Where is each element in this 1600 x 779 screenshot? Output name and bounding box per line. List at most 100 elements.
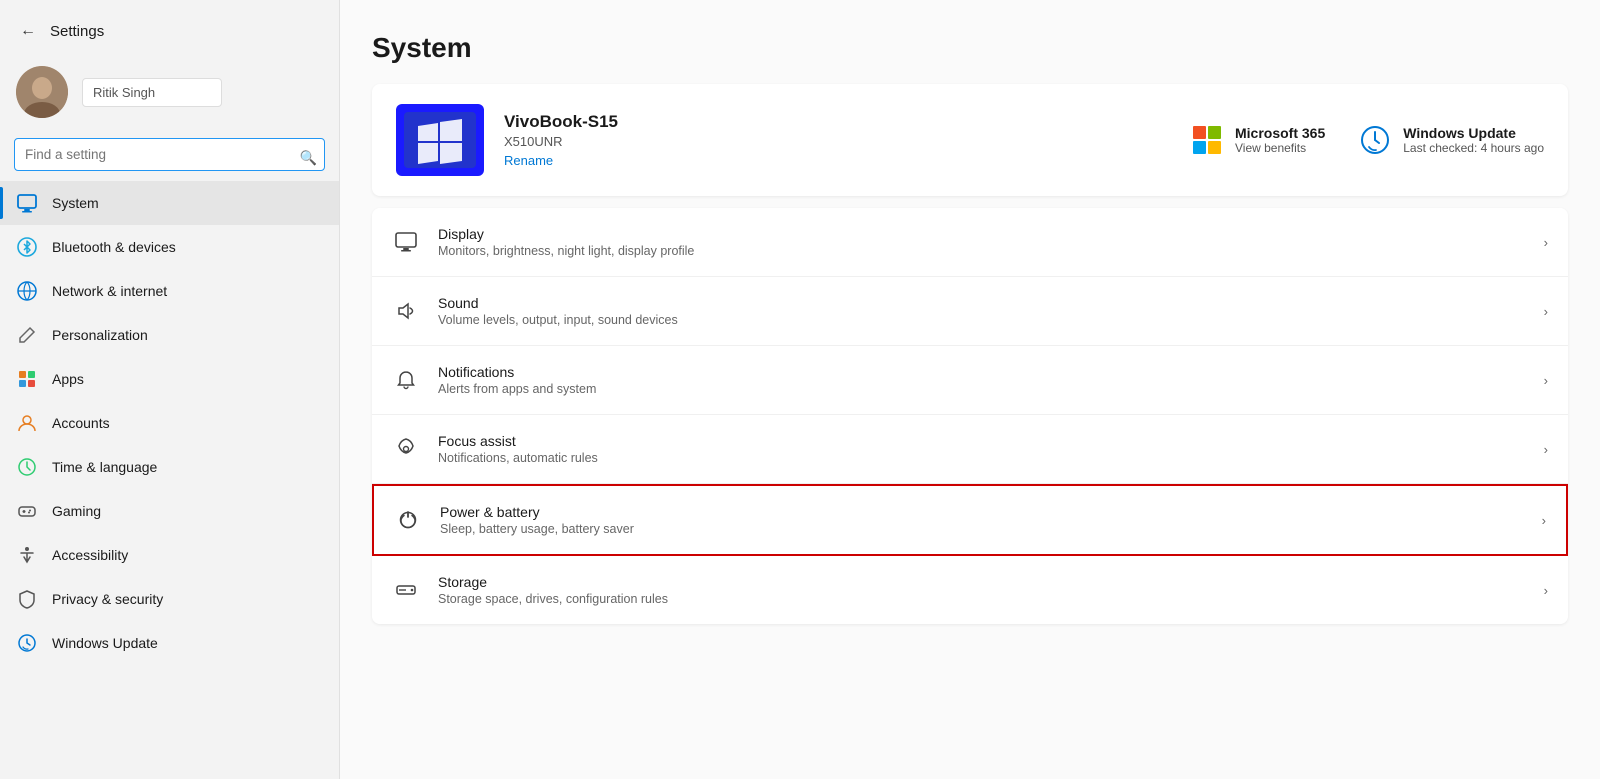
sound-chevron: › [1544,304,1548,319]
bluetooth-icon [16,236,38,258]
power-desc: Sleep, battery usage, battery saver [440,522,1524,536]
sidebar-item-personalization[interactable]: Personalization [0,313,339,357]
settings-item-display[interactable]: Display Monitors, brightness, night ligh… [372,208,1568,277]
storage-icon [392,576,420,604]
focus-text: Focus assist Notifications, automatic ru… [438,433,1526,465]
sidebar-item-network-label: Network & internet [52,283,167,299]
main-content: System VivoBook-S15 X510UNR Rename [340,0,1600,779]
sidebar-item-system[interactable]: System [0,181,339,225]
user-name: Ritik Singh [82,78,222,107]
ms365-subtitle: View benefits [1235,141,1325,155]
notifications-label: Notifications [438,364,1526,380]
settings-item-sound[interactable]: Sound Volume levels, output, input, soun… [372,277,1568,346]
notifications-icon [392,366,420,394]
ms365-icon [1189,122,1225,158]
sidebar-item-privacy[interactable]: Privacy & security [0,577,339,621]
power-label: Power & battery [440,504,1524,520]
device-extras: Microsoft 365 View benefits Windows Upda… [1189,122,1544,158]
device-info: VivoBook-S15 X510UNR Rename [504,112,1169,168]
device-model: X510UNR [504,134,1169,149]
notifications-chevron: › [1544,373,1548,388]
sidebar-item-gaming-label: Gaming [52,503,101,519]
sidebar-item-apps-label: Apps [52,371,84,387]
settings-item-focus[interactable]: Focus assist Notifications, automatic ru… [372,415,1568,484]
device-thumbnail [396,104,484,176]
winupdate-info: Windows Update Last checked: 4 hours ago [1403,125,1544,155]
sound-label: Sound [438,295,1526,311]
accessibility-icon [16,544,38,566]
sidebar-item-accounts-label: Accounts [52,415,110,431]
settings-title: Settings [50,23,104,40]
power-icon [394,506,422,534]
storage-text: Storage Storage space, drives, configura… [438,574,1526,606]
display-desc: Monitors, brightness, night light, displ… [438,244,1526,258]
display-icon [392,228,420,256]
search-input[interactable] [14,138,325,171]
notifications-text: Notifications Alerts from apps and syste… [438,364,1526,396]
update-icon [16,632,38,654]
sidebar-item-bluetooth[interactable]: Bluetooth & devices [0,225,339,269]
winupdate-extra-item[interactable]: Windows Update Last checked: 4 hours ago [1357,122,1544,158]
sound-text: Sound Volume levels, output, input, soun… [438,295,1526,327]
settings-item-notifications[interactable]: Notifications Alerts from apps and syste… [372,346,1568,415]
device-rename-link[interactable]: Rename [504,153,1169,168]
sidebar-item-accounts[interactable]: Accounts [0,401,339,445]
search-box-wrap: 🔍 [0,134,339,181]
apps-icon [16,368,38,390]
sidebar-item-accessibility[interactable]: Accessibility [0,533,339,577]
focus-desc: Notifications, automatic rules [438,451,1526,465]
power-chevron: › [1542,513,1546,528]
sidebar-item-time[interactable]: Time & language [0,445,339,489]
sound-desc: Volume levels, output, input, sound devi… [438,313,1526,327]
sidebar-header: ← Settings [0,0,339,56]
ms365-item[interactable]: Microsoft 365 View benefits [1189,122,1325,158]
sidebar-item-update-label: Windows Update [52,635,158,651]
device-name: VivoBook-S15 [504,112,1169,132]
winupdate-icon [1357,122,1393,158]
notifications-desc: Alerts from apps and system [438,382,1526,396]
sidebar-item-bluetooth-label: Bluetooth & devices [52,239,176,255]
storage-label: Storage [438,574,1526,590]
avatar-image [16,66,68,118]
system-icon [16,192,38,214]
focus-chevron: › [1544,442,1548,457]
winupdate-title: Windows Update [1403,125,1544,141]
ms365-title: Microsoft 365 [1235,125,1325,141]
accounts-icon [16,412,38,434]
sidebar-nav: System Bluetooth & devices Network & [0,181,339,665]
device-card: VivoBook-S15 X510UNR Rename Microsoft 36… [372,84,1568,196]
sidebar-item-network[interactable]: Network & internet [0,269,339,313]
privacy-icon [16,588,38,610]
sidebar-item-personalization-label: Personalization [52,327,148,343]
network-icon [16,280,38,302]
sidebar-item-time-label: Time & language [52,459,157,475]
sidebar-item-system-label: System [52,195,99,211]
user-section: Ritik Singh [0,56,339,134]
avatar [16,66,68,118]
back-button[interactable]: ← [16,18,40,44]
sidebar-item-apps[interactable]: Apps [0,357,339,401]
display-chevron: › [1544,235,1548,250]
page-title: System [372,0,1568,84]
winupdate-subtitle: Last checked: 4 hours ago [1403,141,1544,155]
sidebar-item-update[interactable]: Windows Update [0,621,339,665]
sidebar-item-gaming[interactable]: Gaming [0,489,339,533]
focus-label: Focus assist [438,433,1526,449]
time-icon [16,456,38,478]
gaming-icon [16,500,38,522]
display-label: Display [438,226,1526,242]
storage-chevron: › [1544,583,1548,598]
sound-icon [392,297,420,325]
display-text: Display Monitors, brightness, night ligh… [438,226,1526,258]
sidebar-item-privacy-label: Privacy & security [52,591,163,607]
ms365-info: Microsoft 365 View benefits [1235,125,1325,155]
power-text: Power & battery Sleep, battery usage, ba… [440,504,1524,536]
sidebar-item-accessibility-label: Accessibility [52,547,128,563]
personalization-icon [16,324,38,346]
settings-item-power[interactable]: Power & battery Sleep, battery usage, ba… [372,484,1568,556]
settings-item-storage[interactable]: Storage Storage space, drives, configura… [372,556,1568,624]
sidebar: ← Settings Ritik Singh 🔍 [0,0,340,779]
settings-list: Display Monitors, brightness, night ligh… [372,208,1568,624]
focus-icon [392,435,420,463]
storage-desc: Storage space, drives, configuration rul… [438,592,1526,606]
